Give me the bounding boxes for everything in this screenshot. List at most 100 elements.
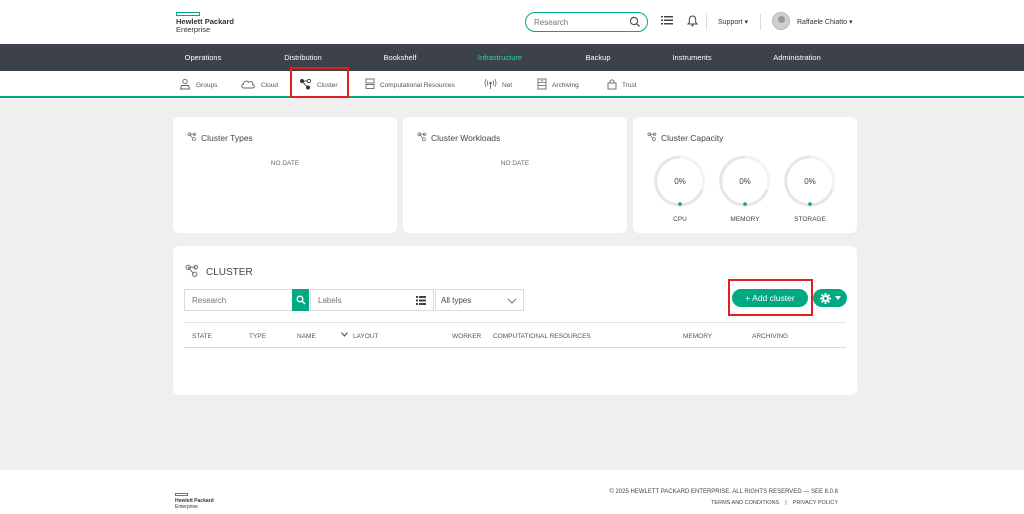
- subnav-computational-resources[interactable]: Computational Resources: [365, 78, 455, 92]
- gear-icon: [820, 292, 831, 304]
- table-header-divider: [184, 347, 846, 348]
- cluster-types-title: Cluster Types: [201, 132, 253, 143]
- top-header: Hewlett Packard Enterprise Support ▾ Raf…: [0, 0, 1024, 44]
- labels-filter-input[interactable]: [318, 296, 408, 305]
- empty-state-text: NO DATE: [500, 160, 530, 167]
- sort-desc-icon[interactable]: [341, 332, 348, 339]
- memory-gauge: 0% MEMORY: [719, 154, 771, 229]
- caret-down-icon: ▾: [849, 19, 853, 26]
- cluster-icon: [417, 132, 427, 143]
- nav-infrastructure[interactable]: Infrastructure: [478, 53, 522, 62]
- cluster-search-input[interactable]: [192, 296, 282, 305]
- cluster-workloads-card: Cluster Workloads NO DATE: [403, 117, 627, 233]
- subnav-label: Computational Resources: [380, 81, 455, 89]
- groups-icon: [179, 78, 191, 92]
- subnav-label: Archiving: [552, 81, 579, 89]
- list-icon[interactable]: [416, 296, 426, 307]
- subnav-trust[interactable]: Trust: [607, 78, 637, 92]
- cluster-capacity-card: Cluster Capacity 0% CPU 0% MEMORY 0% STO…: [633, 117, 857, 233]
- footer-links: TERMS AND CONDITIONS | PRIVACY POLICY: [711, 500, 838, 506]
- logo-mark: [176, 12, 200, 16]
- cluster-tab-highlight: [290, 67, 349, 98]
- search-icon: [296, 295, 306, 305]
- settings-dropdown-button[interactable]: [813, 289, 847, 307]
- cluster-search-button[interactable]: [292, 289, 309, 311]
- nav-instruments[interactable]: Instruments: [672, 53, 711, 62]
- subnav-cloud[interactable]: Cloud: [240, 78, 278, 92]
- privacy-link[interactable]: PRIVACY POLICY: [793, 500, 838, 506]
- search-icon[interactable]: [629, 16, 641, 30]
- chevron-down-icon: [507, 298, 517, 304]
- list-icon[interactable]: [661, 15, 673, 28]
- cluster-panel: CLUSTER All types + Add cluster STATE TY…: [173, 246, 857, 395]
- header-divider: [760, 14, 761, 30]
- subnav-net[interactable]: Net: [484, 78, 512, 92]
- type-filter-value: All types: [441, 296, 472, 305]
- global-search-input[interactable]: [534, 18, 624, 27]
- support-label: Support: [718, 19, 743, 26]
- footer-hpe-logo: Hewlett Packard Enterprise: [175, 493, 214, 510]
- empty-state-text: NO DATE: [270, 160, 300, 167]
- column-archiving[interactable]: ARCHIVING: [752, 333, 788, 340]
- cpu-value: 0%: [674, 177, 686, 186]
- global-search[interactable]: [525, 12, 648, 32]
- footer-separator: |: [785, 500, 787, 506]
- cluster-icon: [647, 132, 657, 143]
- subnav-label: Net: [502, 81, 513, 89]
- memory-value: 0%: [739, 177, 751, 186]
- subnav-label: Groups: [196, 81, 218, 89]
- cpu-gauge: 0% CPU: [654, 154, 706, 229]
- column-worker[interactable]: WORKER: [452, 333, 481, 340]
- terms-link[interactable]: TERMS AND CONDITIONS: [711, 500, 779, 506]
- logo-line2: Enterprise: [176, 25, 211, 34]
- cluster-search-field[interactable]: [184, 289, 293, 311]
- cluster-types-card: Cluster Types NO DATE: [173, 117, 397, 233]
- copyright-text: © 2025 HEWLETT PACKARD ENTERPRISE. ALL R…: [609, 489, 838, 495]
- network-icon: [484, 78, 497, 92]
- column-memory[interactable]: MEMORY: [683, 333, 712, 340]
- cloud-icon: [240, 78, 256, 92]
- sub-nav: Groups Cloud Cluster Computational Resou…: [0, 71, 1024, 98]
- hpe-logo[interactable]: Hewlett Packard Enterprise: [176, 12, 234, 34]
- type-filter-select[interactable]: All types: [435, 289, 524, 311]
- column-state[interactable]: STATE: [192, 333, 212, 340]
- subnav-groups[interactable]: Groups: [179, 78, 217, 92]
- subnav-archiving[interactable]: Archiving: [537, 78, 579, 92]
- archive-icon: [537, 78, 547, 92]
- nav-operations[interactable]: Operations: [185, 53, 222, 62]
- storage-value: 0%: [804, 177, 816, 186]
- lock-icon: [607, 78, 617, 92]
- logo-mark: [175, 493, 188, 496]
- subnav-label: Trust: [622, 81, 637, 89]
- table-divider: [184, 322, 846, 323]
- cluster-icon: [185, 264, 199, 280]
- server-icon: [365, 78, 375, 92]
- header-divider: [706, 14, 707, 30]
- nav-bookshelf[interactable]: Bookshelf: [384, 53, 417, 62]
- storage-gauge: 0% STORAGE: [784, 154, 836, 229]
- cpu-label: CPU: [673, 216, 687, 223]
- nav-administration[interactable]: Administration: [773, 53, 821, 62]
- column-layout[interactable]: LAYOUT: [353, 333, 379, 340]
- support-menu[interactable]: Support ▾: [718, 18, 748, 26]
- cluster-workloads-title: Cluster Workloads: [431, 132, 501, 143]
- page-footer: Hewlett Packard Enterprise © 2025 HEWLET…: [0, 470, 1024, 514]
- column-name[interactable]: NAME: [297, 333, 316, 340]
- footer-logo-line2: Enterprise: [175, 504, 198, 510]
- add-cluster-highlight: [728, 279, 813, 316]
- nav-distribution[interactable]: Distribution: [284, 53, 322, 62]
- labels-filter-field[interactable]: [310, 289, 434, 311]
- user-name: Raffaele Chiatto: [797, 19, 848, 26]
- caret-down-icon: ▾: [744, 19, 748, 26]
- bell-icon[interactable]: [686, 15, 699, 29]
- cluster-capacity-title: Cluster Capacity: [661, 132, 724, 143]
- caret-down-icon: [835, 296, 841, 300]
- main-nav: Operations Distribution Bookshelf Infras…: [0, 44, 1024, 71]
- memory-label: MEMORY: [730, 216, 760, 223]
- nav-backup[interactable]: Backup: [585, 53, 610, 62]
- cluster-panel-title: CLUSTER: [206, 266, 253, 278]
- cluster-icon: [187, 132, 197, 143]
- column-type[interactable]: TYPE: [249, 333, 266, 340]
- column-computational-resources[interactable]: COMPUTATIONAL RESOURCES: [493, 333, 591, 340]
- avatar[interactable]: [772, 12, 790, 30]
